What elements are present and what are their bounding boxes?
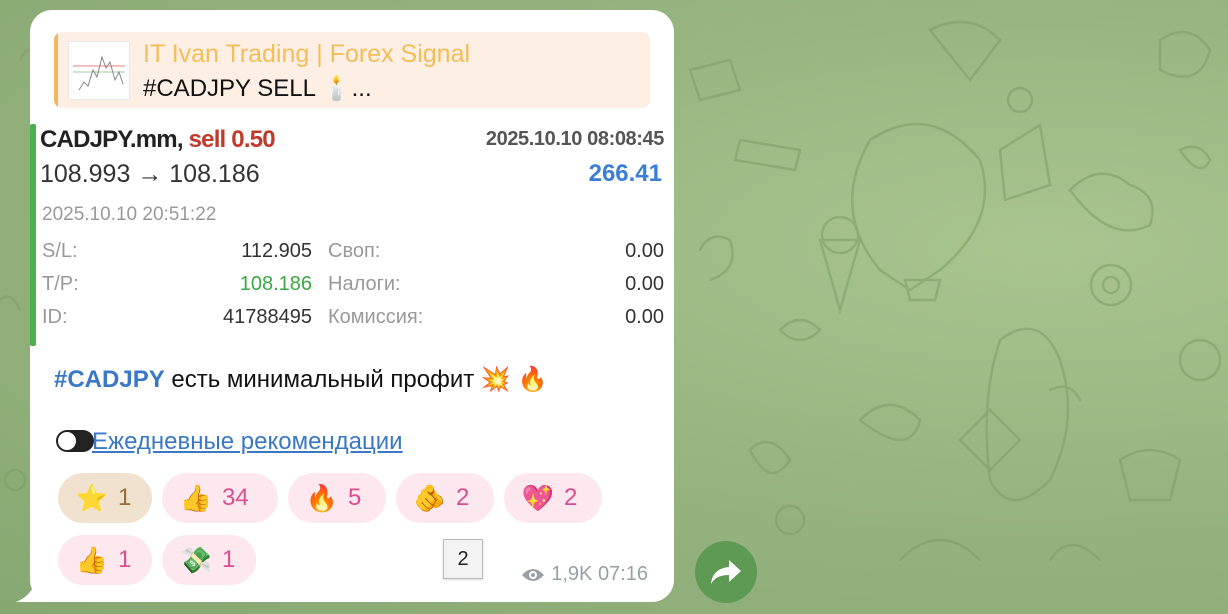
fee-value: 0.00 [625, 306, 664, 328]
id-label: ID: [42, 306, 68, 328]
sl-label: S/L: [42, 240, 78, 262]
reply-channel-name: IT Ivan Trading | Forex Signal [143, 40, 471, 68]
pointing-hand-icon: 🫵 [413, 482, 447, 513]
message-emoji: 💥 🔥 [480, 366, 548, 393]
toggle-icon [56, 430, 94, 452]
reply-preview-text: #CADJPY SELL 🕯️... [143, 75, 372, 102]
sl-value: 112.905 [241, 240, 312, 262]
reply-preview[interactable]: IT Ivan Trading | Forex Signal #CADJPY S… [54, 32, 650, 108]
reply-accent-bar [54, 32, 58, 108]
reaction-count: 2 [456, 484, 470, 511]
tp-label: T/P: [42, 273, 79, 295]
trade-card-accent-bar [30, 124, 36, 346]
trade-symbol-name: CADJPY.mm, [40, 126, 184, 153]
trade-profit: 266.41 [588, 160, 662, 187]
page-indicator[interactable]: 2 [443, 539, 483, 579]
trade-side: sell 0.50 [188, 126, 276, 153]
reaction-money[interactable]: 💸 1 [162, 535, 256, 585]
message-time: 07:16 [597, 563, 648, 585]
trade-prices: 108.993 → 108.186 [40, 160, 260, 188]
blue-thumbs-up-icon: 👍 [75, 544, 109, 575]
view-count: 1,9K [551, 563, 593, 585]
heart-speech-icon: 💖 [521, 482, 555, 513]
trade-symbol: CADJPY.mm, sell 0.50 [40, 126, 276, 154]
message-body: есть минимальный профит [164, 366, 481, 393]
reaction-thumbs-up[interactable]: 👍 34 [162, 473, 278, 523]
daily-recommendations-link[interactable]: Ежедневные рекомендации [92, 428, 403, 456]
reaction-pointing-hand[interactable]: 🫵 2 [396, 473, 494, 523]
reaction-count: 1 [118, 484, 132, 511]
id-value: 41788495 [223, 306, 312, 328]
reaction-fire[interactable]: 🔥 5 [288, 473, 386, 523]
share-button[interactable] [695, 541, 757, 603]
reaction-heart-speech[interactable]: 💖 2 [504, 473, 602, 523]
tp-value: 108.186 [239, 273, 312, 295]
trade-close-time: 2025.10.10 20:51:22 [42, 204, 217, 225]
message-bubble[interactable]: IT Ivan Trading | Forex Signal #CADJPY S… [30, 10, 674, 602]
message-meta: 1,9K 07:16 [521, 563, 648, 586]
money-icon: 💸 [179, 544, 213, 575]
reaction-count: 1 [118, 546, 132, 573]
share-arrow-icon [711, 560, 741, 584]
message-text: #CADJPY есть минимальный профит 💥 🔥 [54, 365, 547, 394]
eye-icon [522, 568, 545, 581]
star-icon: ⭐ [75, 482, 109, 513]
reaction-blue-thumbs-up[interactable]: 👍 1 [58, 535, 152, 585]
reaction-count: 5 [348, 484, 362, 511]
tax-label: Налоги: [328, 273, 401, 295]
reaction-count: 2 [564, 484, 578, 511]
reaction-count: 34 [222, 484, 249, 511]
swap-value: 0.00 [625, 240, 664, 262]
fire-icon: 🔥 [305, 482, 339, 513]
thumbs-up-icon: 👍 [179, 482, 213, 513]
swap-label: Своп: [328, 240, 381, 262]
reaction-count: 1 [222, 546, 236, 573]
reaction-star[interactable]: ⭐ 1 [58, 473, 152, 523]
tax-value: 0.00 [625, 273, 664, 295]
chart-thumbnail [68, 41, 130, 100]
hashtag-link[interactable]: #CADJPY [54, 366, 165, 393]
fee-label: Комиссия: [328, 306, 424, 328]
trade-open-time: 2025.10.10 08:08:45 [485, 128, 665, 150]
